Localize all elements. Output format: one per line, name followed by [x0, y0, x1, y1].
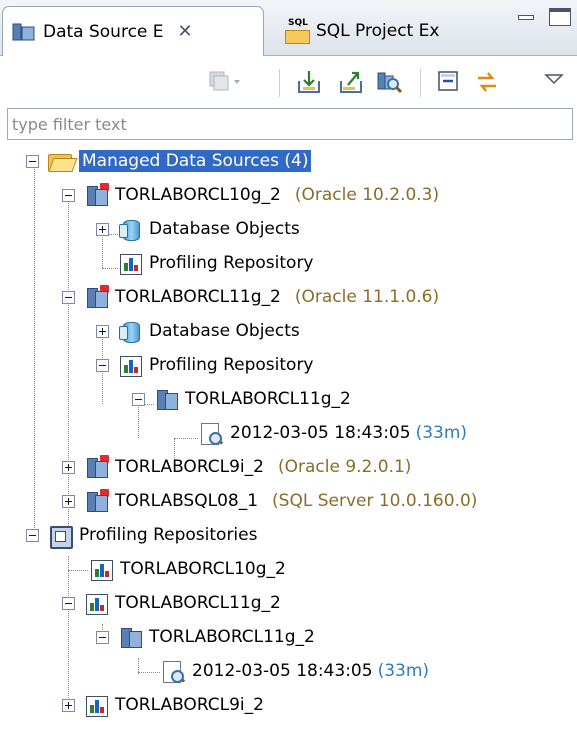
minimize-view-button[interactable]: [515, 8, 537, 26]
new-connection-dropdown-icon[interactable]: [208, 69, 240, 95]
tree-node-managed-data-sources[interactable]: Managed Data Sources (4): [26, 144, 312, 178]
collapse-toggle-icon[interactable]: [96, 630, 109, 644]
sql-badge: SQL: [288, 18, 308, 28]
collapse-toggle-icon[interactable]: [26, 154, 39, 168]
tree-node-label: TORLABSQL08_1: [115, 491, 259, 511]
export-icon[interactable]: [338, 69, 364, 95]
collapse-toggle-icon[interactable]: [26, 528, 39, 542]
tree-node-profile-report[interactable]: 2012-03-05 18:43:05 (33m): [160, 654, 429, 688]
link-with-editor-icon[interactable]: [474, 69, 500, 95]
collapse-toggle-icon[interactable]: [62, 188, 75, 202]
tree-node-server[interactable]: TORLABORCL11g_2: [96, 620, 315, 654]
report-duration: (33m): [377, 661, 430, 681]
view-menu-icon[interactable]: [543, 69, 569, 95]
server-icon: [117, 625, 143, 649]
tree-node-datasource[interactable]: TORLABORCL11g_2 (Oracle 11.1.0.6): [62, 280, 439, 314]
tree-node-label: Database Objects: [149, 321, 300, 341]
tree-node-label: 2012-03-05 18:43:05: [192, 661, 373, 681]
toolbar-separator: [279, 69, 280, 97]
tree-node-label: Profiling Repository: [149, 355, 314, 375]
data-source-tree: Managed Data Sources (4) TORLABORCL10g_2…: [0, 142, 577, 729]
view-toolbar: [0, 57, 577, 107]
tree-node-datasource[interactable]: TORLABORCL10g_2 (Oracle 10.2.0.3): [62, 178, 439, 212]
tree-node-label: TORLABORCL11g_2: [185, 389, 351, 409]
datasource-explorer-icon: [11, 20, 37, 44]
expand-toggle-icon[interactable]: [62, 460, 75, 474]
tree-node-datasource[interactable]: TORLABORCL9i_2 (Oracle 9.2.0.1): [62, 450, 411, 484]
expand-toggle-icon[interactable]: [96, 222, 109, 236]
collapse-all-icon[interactable]: [436, 69, 462, 95]
tree-node-label: 2012-03-05 18:43:05: [230, 423, 411, 443]
collapse-toggle-icon[interactable]: [132, 392, 145, 406]
report-duration: (33m): [415, 423, 468, 443]
close-tab-icon[interactable]: ✕: [178, 21, 193, 42]
server-icon: [153, 387, 179, 411]
tree-node-label: TORLABORCL11g_2: [149, 627, 315, 647]
tree-node-repository[interactable]: TORLABORCL9i_2: [62, 688, 264, 722]
tree-node-repository[interactable]: TORLABORCL11g_2: [62, 586, 281, 620]
sql-project-icon: SQL: [284, 18, 310, 44]
profiling-repository-icon: [88, 557, 114, 581]
profiling-repository-icon: [117, 251, 143, 275]
tab-data-source-explorer[interactable]: Data Source E ✕: [2, 6, 264, 56]
view-tab-bar: Data Source E ✕ SQL SQL Project Ex: [0, 0, 577, 56]
tree-node-profiling-repository[interactable]: Profiling Repository: [117, 246, 314, 280]
datasource-version: (SQL Server 10.0.160.0): [272, 491, 478, 511]
tree-node-label: Managed Data Sources (4): [79, 150, 312, 172]
datasource-version: (Oracle 11.1.0.6): [294, 287, 440, 307]
datasource-icon: [83, 489, 109, 513]
tree-node-label: Database Objects: [149, 219, 300, 239]
tree-node-label: Profiling Repositories: [79, 525, 258, 545]
tree-node-label: TORLABORCL11g_2: [115, 287, 281, 307]
tree-node-database-objects[interactable]: Database Objects: [96, 212, 300, 246]
expand-toggle-icon[interactable]: [96, 324, 109, 338]
tree-node-label: TORLABORCL9i_2: [115, 695, 264, 715]
tree-node-label: TORLABORCL10g_2: [115, 185, 281, 205]
expand-toggle-icon[interactable]: [62, 494, 75, 508]
profiling-repository-icon: [83, 693, 109, 717]
collapse-toggle-icon[interactable]: [62, 290, 75, 304]
tree-node-label: TORLABORCL10g_2: [120, 559, 286, 579]
datasource-icon: [83, 183, 109, 207]
tree-node-profile-report[interactable]: 2012-03-05 18:43:05 (33m): [198, 416, 467, 450]
tree-node-server[interactable]: TORLABORCL11g_2: [132, 382, 351, 416]
collapse-toggle-icon[interactable]: [62, 596, 75, 610]
tab-sql-project-explorer[interactable]: SQL SQL Project Ex: [262, 6, 477, 56]
import-icon[interactable]: [296, 69, 322, 95]
tree-node-repository[interactable]: TORLABORCL10g_2: [88, 552, 286, 586]
filter-placeholder: type filter text: [12, 114, 127, 134]
datasource-version: (Oracle 9.2.0.1): [277, 457, 412, 477]
repositories-icon: [47, 523, 73, 549]
tree-node-database-objects[interactable]: Database Objects: [96, 314, 300, 348]
profile-report-icon: [198, 421, 224, 445]
database-objects-icon: [117, 217, 143, 241]
tree-node-profiling-repositories[interactable]: Profiling Repositories: [26, 518, 257, 552]
tree-node-profiling-repository[interactable]: Profiling Repository: [96, 348, 314, 382]
tree-node-label: Profiling Repository: [149, 253, 314, 273]
collapse-toggle-icon[interactable]: [96, 358, 109, 372]
profile-query-icon[interactable]: [376, 69, 403, 95]
maximize-view-button[interactable]: [549, 8, 571, 26]
datasource-icon: [83, 285, 109, 309]
tree-node-datasource[interactable]: TORLABSQL08_1 (SQL Server 10.0.160.0): [62, 484, 477, 518]
tab-label: SQL Project Ex: [316, 21, 440, 41]
database-objects-icon: [117, 319, 143, 343]
profile-report-icon: [160, 659, 186, 683]
datasource-icon: [83, 455, 109, 479]
datasource-version: (Oracle 10.2.0.3): [294, 185, 440, 205]
tree-node-label: TORLABORCL11g_2: [115, 593, 281, 613]
expand-toggle-icon[interactable]: [62, 698, 75, 712]
tree-node-label: TORLABORCL9i_2: [115, 457, 264, 477]
profiling-repository-icon: [117, 353, 143, 377]
profiling-repository-icon: [83, 591, 109, 615]
folder-open-icon: [47, 149, 73, 173]
filter-text-input[interactable]: type filter text: [7, 108, 573, 140]
tab-label: Data Source E: [43, 21, 164, 42]
toolbar-separator: [420, 69, 421, 97]
